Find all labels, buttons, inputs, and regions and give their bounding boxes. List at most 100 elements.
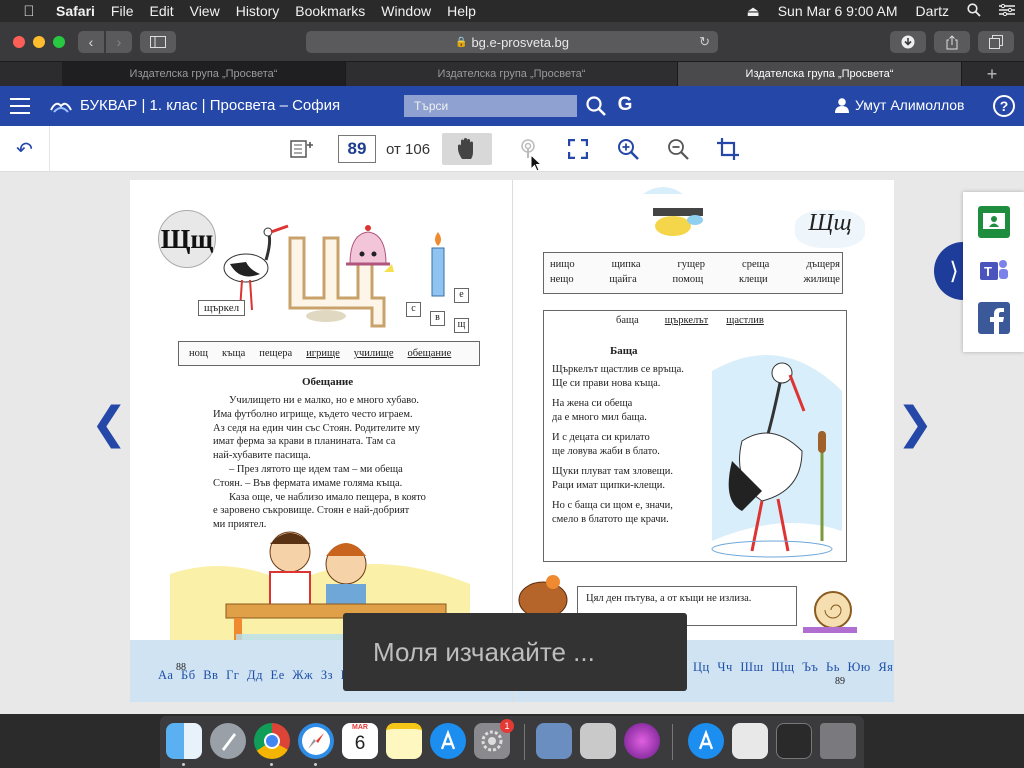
menu-window[interactable]: Window (381, 3, 431, 19)
applications-folder-icon[interactable] (688, 723, 724, 759)
browser-tab-3-active[interactable]: Издателска група „Просвета“ (678, 62, 962, 86)
trash-icon[interactable] (820, 723, 856, 759)
zoom-in-icon[interactable] (614, 134, 642, 164)
pan-hand-tool-icon[interactable] (442, 133, 492, 165)
menu-bookmarks[interactable]: Bookmarks (295, 3, 365, 19)
reload-icon[interactable]: ↻ (699, 34, 710, 50)
menu-history[interactable]: History (236, 3, 280, 19)
minimize-window-button[interactable] (33, 36, 45, 48)
poem-text: Щъркелът щастлив се връща. Ще си прави н… (552, 363, 712, 526)
bell-character-illustration-icon (346, 225, 394, 272)
search-icon[interactable] (585, 95, 607, 117)
word-item: училище (353, 348, 394, 359)
story-line: най-хубавите пасища. (213, 450, 311, 462)
poem-line: Но с баща си щом е, значи, (552, 500, 673, 511)
google-icon[interactable]: G (614, 94, 636, 116)
story-line: Аз седя на един чин със Стоян. Родителит… (213, 422, 421, 434)
dock-running-dot (270, 763, 273, 766)
hamburger-menu-icon[interactable] (10, 98, 30, 114)
browser-tab-2[interactable]: Издателска група „Просвета“ (346, 62, 678, 86)
poem-line: Раци имат щипки-клещи. (552, 479, 666, 491)
archive-utility-icon[interactable] (580, 723, 616, 759)
left-words-box: нощ къща пещера игрище училище обещание (178, 341, 480, 366)
notes-icon[interactable] (386, 723, 422, 759)
menu-help[interactable]: Help (447, 3, 476, 19)
menu-app-name[interactable]: Safari (56, 3, 95, 19)
app-title[interactable]: БУКВАР | 1. клас | Просвета – София (80, 97, 340, 114)
installer-icon[interactable] (624, 723, 660, 759)
next-page-chevron-icon[interactable]: ❯ (897, 398, 934, 449)
google-classroom-icon[interactable] (978, 206, 1010, 238)
microsoft-teams-icon[interactable]: T (978, 254, 1010, 286)
menu-file[interactable]: File (111, 3, 134, 19)
share-icon (946, 34, 958, 49)
launchpad-icon[interactable] (210, 723, 246, 759)
control-center-icon[interactable] (999, 3, 1015, 19)
grid-word: жилище (803, 274, 840, 285)
riddle-text: Цял ден пътува, а от къщи не излиза. (586, 593, 752, 604)
eject-icon[interactable]: ⏏ (746, 3, 759, 20)
letter-tile-s: с (406, 302, 421, 317)
poem-title: Баща (610, 345, 638, 357)
search-input[interactable] (404, 95, 577, 117)
story-line: имат ферма за крави в планината. Там са (213, 436, 396, 448)
story-line: Училището ни е малко, но е много хубаво. (229, 395, 419, 406)
back-button[interactable]: ‹ (78, 31, 104, 53)
user-icon (835, 98, 849, 113)
chrome-icon[interactable] (254, 723, 290, 759)
menu-edit[interactable]: Edit (149, 3, 173, 19)
menubar-user[interactable]: Dartz (916, 3, 949, 19)
poem-line: Щуки плуват там зловещи. (552, 466, 674, 477)
share-button[interactable] (934, 31, 970, 53)
screenshot-icon[interactable] (776, 723, 812, 759)
back-arrow-icon[interactable]: ↶ (0, 126, 50, 172)
user-name: Умут Алимоллов (855, 97, 965, 113)
zoom-window-button[interactable] (53, 36, 65, 48)
safari-icon[interactable] (298, 723, 334, 759)
letter-tile-sht: щ (454, 318, 469, 333)
zoom-out-icon[interactable] (664, 134, 692, 164)
mouse-cursor-icon (530, 154, 542, 172)
crop-icon[interactable] (714, 134, 742, 164)
word-grid: нищо щипка гущер среща дъщеря нещо щайга… (543, 252, 843, 294)
right-alphabet: Цц Чч Шш Щщ Ъъ Ьь Юю Яя (693, 660, 894, 674)
preview-icon[interactable] (536, 723, 572, 759)
dock-separator (672, 724, 673, 760)
calendar-icon[interactable]: MAR 6 (342, 723, 378, 759)
apple-logo-icon[interactable]:  (20, 3, 38, 20)
document-icon[interactable] (732, 723, 768, 759)
browser-tab-1[interactable]: Издателска група „Просвета“ (62, 62, 346, 86)
page-number-field[interactable]: 89 (338, 135, 376, 163)
address-bar[interactable]: 🔒 bg.e-prosveta.bg ↻ (306, 31, 718, 53)
macos-menubar:  Safari File Edit View History Bookmark… (0, 0, 1024, 22)
app-store-icon[interactable] (430, 723, 466, 759)
forward-button[interactable]: › (106, 31, 132, 53)
help-icon[interactable]: ? (993, 95, 1015, 117)
facebook-icon[interactable] (978, 302, 1010, 334)
close-window-button[interactable] (13, 36, 25, 48)
add-bookmark-icon[interactable] (288, 134, 316, 164)
grid-word: нещо (550, 274, 574, 285)
fullscreen-icon[interactable] (564, 134, 592, 164)
spotlight-search-icon[interactable] (967, 2, 981, 20)
poem-line: Щъркелът щастлив се връща. (552, 364, 684, 375)
sidebar-toggle-button[interactable] (140, 31, 176, 53)
prosveta-logo-icon[interactable] (50, 98, 72, 114)
new-tab-button[interactable]: + (962, 62, 1022, 86)
user-account[interactable]: Умут Алимоллов (834, 97, 965, 113)
menubar-datetime[interactable]: Sun Mar 6 9:00 AM (778, 3, 898, 19)
share-panel: T (963, 192, 1024, 352)
previous-page-chevron-icon[interactable]: ❮ (91, 398, 128, 449)
notification-badge: 1 (500, 719, 514, 733)
word-item: игрище (306, 348, 340, 359)
finder-icon[interactable] (166, 723, 202, 759)
menu-view[interactable]: View (190, 3, 220, 19)
grid-word: клещи (738, 274, 768, 285)
address-url: bg.e-prosveta.bg (471, 34, 570, 50)
tabs-icon (989, 35, 1003, 49)
word-item: къща (221, 348, 246, 359)
downloads-button[interactable] (890, 31, 926, 53)
tab-overview-button[interactable] (978, 31, 1014, 53)
tab-bar: Издателска група „Просвета“ Издателска г… (0, 62, 1024, 86)
story-line: Стоян. – Във фермата имаме голяма къща. (213, 477, 403, 489)
